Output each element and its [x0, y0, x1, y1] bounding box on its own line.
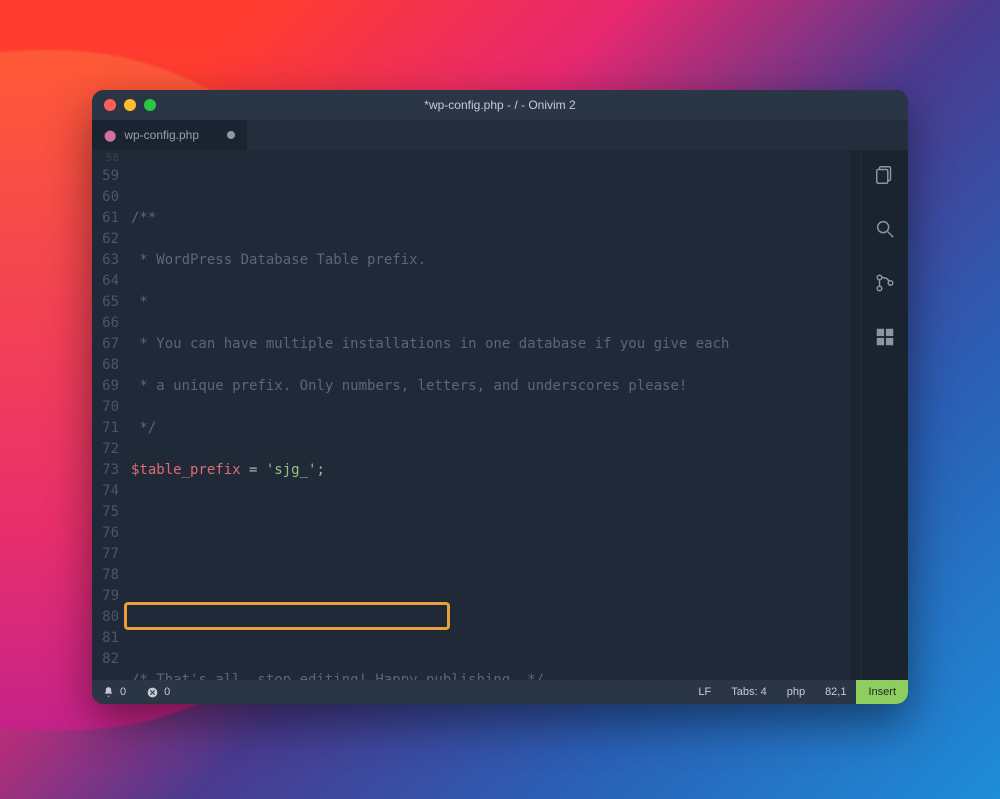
- window-title: *wp-config.php - / - Onivim 2: [92, 98, 908, 112]
- extensions-icon[interactable]: [874, 326, 896, 352]
- tab-label: wp-config.php: [124, 128, 199, 142]
- zoom-window-button[interactable]: [144, 99, 156, 111]
- problems-button[interactable]: 0: [136, 680, 180, 704]
- bell-icon: [102, 686, 115, 699]
- tab-bar: ⬤ wp-config.php: [92, 120, 908, 150]
- dirty-indicator-icon: [227, 131, 235, 139]
- close-window-button[interactable]: [104, 99, 116, 111]
- file-type-icon: ⬤: [104, 129, 116, 142]
- line-number-gutter: 58 59 60 61 62 63 64 65 66 67 68 69 70 7…: [92, 150, 127, 680]
- notifications-button[interactable]: 0: [92, 680, 136, 704]
- activity-bar: [860, 150, 908, 680]
- vertical-scrollbar[interactable]: [850, 150, 860, 680]
- eol-indicator[interactable]: LF: [688, 680, 721, 704]
- files-icon[interactable]: [874, 164, 896, 190]
- titlebar[interactable]: *wp-config.php - / - Onivim 2: [92, 90, 908, 120]
- indent-indicator[interactable]: Tabs: 4: [721, 680, 776, 704]
- tab-wp-config[interactable]: ⬤ wp-config.php: [92, 120, 247, 150]
- vim-mode-indicator: Insert: [856, 680, 908, 704]
- code-editor[interactable]: 58 59 60 61 62 63 64 65 66 67 68 69 70 7…: [92, 150, 860, 680]
- language-indicator[interactable]: php: [777, 680, 815, 704]
- search-icon[interactable]: [874, 218, 896, 244]
- minimize-window-button[interactable]: [124, 99, 136, 111]
- code-content[interactable]: /** * WordPress Database Table prefix. *…: [127, 150, 850, 680]
- status-bar: 0 0 LF Tabs: 4 php 82,1 Insert: [92, 680, 908, 704]
- editor-window: *wp-config.php - / - Onivim 2 ⬤ wp-confi…: [92, 90, 908, 704]
- cursor-position[interactable]: 82,1: [815, 680, 856, 704]
- highlight-annotation: [124, 602, 450, 630]
- traffic-lights: [104, 99, 156, 111]
- scm-icon[interactable]: [874, 272, 896, 298]
- error-icon: [146, 686, 159, 699]
